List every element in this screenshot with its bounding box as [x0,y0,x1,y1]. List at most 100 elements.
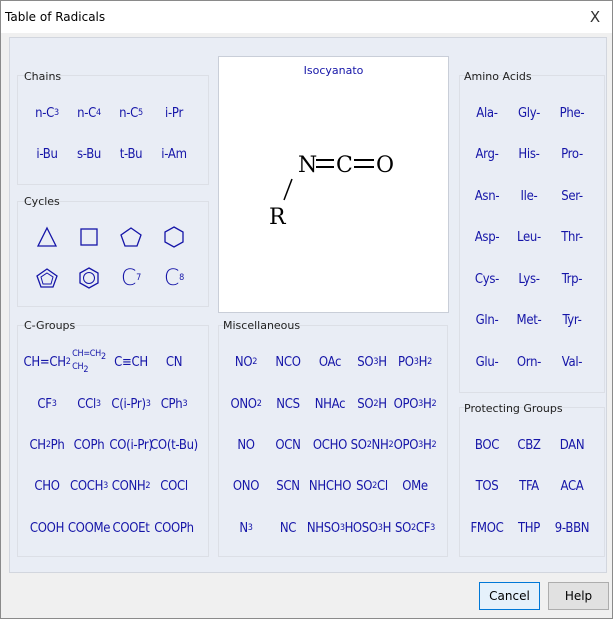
misc-so2nh2[interactable]: SO 2 NH 2 [351,426,394,464]
misc-ncs[interactable]: NCS [268,385,308,423]
pg-thp[interactable]: THP [509,509,549,547]
cgroup-cph3[interactable]: CPh 3 [154,385,194,423]
chain-n-c3[interactable]: n-C 3 [27,94,67,132]
cgroup-coome[interactable]: COOMe [68,509,111,547]
amino-acid-met[interactable]: Met- [509,302,549,340]
cgroup-conh2[interactable]: CONH 2 [111,467,151,505]
misc-n3[interactable]: N3 [226,509,266,547]
misc-so2cl[interactable]: SO 2 Cl [352,467,392,505]
misc-so2cf3[interactable]: SO 2 CF 3 [395,509,435,547]
pg-dan[interactable]: DAN [552,426,592,464]
cgroup-coph[interactable]: COPh [69,426,109,464]
misc-ome[interactable]: OMe [395,467,435,505]
misc-nhac[interactable]: NHAc [310,385,350,423]
misc-oso3h[interactable]: OSO 3 H [352,509,392,547]
misc-opo3h2-a[interactable]: OPO 3 H 2 [394,385,437,423]
pg-9-bbn[interactable]: 9-BBN [552,509,592,547]
cancel-button[interactable]: Cancel [479,582,540,610]
cgroup-cooh[interactable]: COOH [27,509,67,547]
cgroup-cf3[interactable]: CF 3 [27,385,67,423]
amino-acid-leu[interactable]: Leu- [509,219,549,257]
amino-acid-asp[interactable]: Asp- [467,219,507,257]
misc-opo3h2-b[interactable]: OPO 3 H 2 [394,426,437,464]
pg-cbz[interactable]: CBZ [509,426,549,464]
amino-acid-cys[interactable]: Cys- [467,260,507,298]
misc-nhcho[interactable]: NHCHO [309,467,352,505]
square-icon [80,228,98,246]
cgroup-coch3[interactable]: COCH 3 [69,467,109,505]
cycle-triangle[interactable] [27,218,67,256]
chain-t-bu[interactable]: t-Bu [111,135,151,173]
sub: 2 [373,399,379,409]
amino-acid-ile[interactable]: Ile- [509,177,549,215]
cgroup-co-tbu[interactable]: CO(t-Bu) [150,426,198,464]
cycle-hexagon[interactable] [154,218,194,256]
amino-acid-gly[interactable]: Gly- [509,94,549,132]
misc-oac[interactable]: OAc [310,343,350,381]
amino-acid-ala[interactable]: Ala- [467,94,507,132]
cycle-cyclopentadienyl[interactable] [27,259,67,297]
misc-ono2[interactable]: ONO 2 [226,385,266,423]
amino-acid-val[interactable]: Val- [552,343,592,381]
cgroup-ch2ph[interactable]: CH 2 Ph [27,426,67,464]
chain-n-c5[interactable]: n-C 5 [111,94,151,132]
cycle-square[interactable] [69,218,109,256]
amino-acid-tyr[interactable]: Tyr- [552,302,592,340]
misc-nc[interactable]: NC [268,509,308,547]
amino-acid-arg[interactable]: Arg- [467,136,507,174]
misc-so2h[interactable]: SO 2 H [352,385,392,423]
amino-acid-gln[interactable]: Gln- [467,302,507,340]
cgroup-ethynyl[interactable]: C≡CH [111,343,151,381]
misc-nco[interactable]: NCO [268,343,308,381]
misc-no[interactable]: NO [226,426,266,464]
pg-tos[interactable]: TOS [467,467,507,505]
cycle-pentagon[interactable] [111,218,151,256]
cgroup-co-ipr[interactable]: CO(i-Pr) [109,426,153,464]
close-icon[interactable]: X [580,1,610,33]
sub: 3 [247,523,253,533]
cgroup-c-ipr3[interactable]: C(i-Pr) 3 [111,385,151,423]
misc-nhso3h[interactable]: NHSO 3 H [307,509,354,547]
cgroup-cocl[interactable]: COCl [154,467,194,505]
sub: 3 [430,523,436,533]
chain-n-c4-sub: 4 [96,108,101,118]
cycle-phenyl[interactable] [69,259,109,297]
chain-i-pr[interactable]: i-Pr [154,94,194,132]
misc-ono[interactable]: ONO [226,467,266,505]
chain-i-am[interactable]: i-Am [154,135,194,173]
misc-ocn[interactable]: OCN [268,426,308,464]
amino-acid-orn[interactable]: Orn- [509,343,549,381]
misc-so3h[interactable]: SO 3 H [352,343,392,381]
cgroup-ch-ch2-branched[interactable]: CH=CH2 CH2 [69,343,109,381]
cgroup-ccl3[interactable]: CCl 3 [69,385,109,423]
cgroup-ch-ch2[interactable]: CH=CH 2 [23,343,70,381]
chain-n-c4[interactable]: n-C 4 [69,94,109,132]
chain-i-bu[interactable]: i-Bu [27,135,67,173]
cgroup-cooph[interactable]: COOPh [154,509,194,547]
amino-acid-trp[interactable]: Trp- [552,260,592,298]
pg-boc[interactable]: BOC [467,426,507,464]
misc-no2[interactable]: NO 2 [226,343,266,381]
help-button[interactable]: Help [548,582,609,610]
cgroup-cn[interactable]: CN [154,343,194,381]
amino-acid-lys[interactable]: Lys- [509,260,549,298]
misc-po3h2[interactable]: PO 3 H 2 [395,343,435,381]
amino-acid-thr[interactable]: Thr- [552,219,592,257]
amino-acid-asn[interactable]: Asn- [467,177,507,215]
amino-acid-phe[interactable]: Phe- [552,94,592,132]
amino-acid-glu[interactable]: Glu- [467,343,507,381]
chain-s-bu[interactable]: s-Bu [69,135,109,173]
cycle-c7[interactable]: C7 [111,259,151,297]
pg-tfa[interactable]: TFA [509,467,549,505]
amino-acids-group-title: Amino Acids [464,70,532,83]
cycle-c8[interactable]: C8 [154,259,194,297]
amino-acid-his[interactable]: His- [509,136,549,174]
amino-acid-ser[interactable]: Ser- [552,177,592,215]
amino-acid-pro[interactable]: Pro- [552,136,592,174]
pg-fmoc[interactable]: FMOC [467,509,507,547]
cgroup-cooet[interactable]: COOEt [111,509,151,547]
cgroup-cho[interactable]: CHO [27,467,67,505]
misc-ocho[interactable]: OCHO [310,426,350,464]
pg-aca[interactable]: ACA [552,467,592,505]
misc-scn[interactable]: SCN [268,467,308,505]
